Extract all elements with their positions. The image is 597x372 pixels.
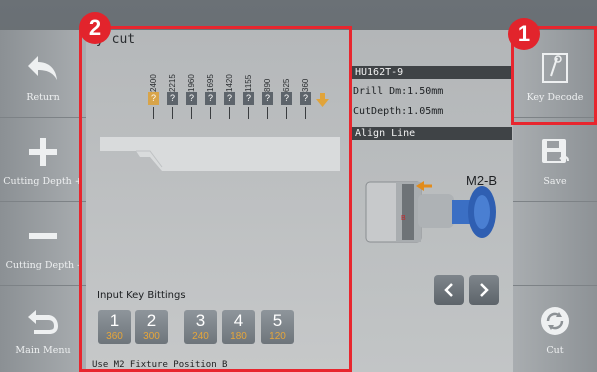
cutting-depth-plus-label: Cutting Depth + [3,176,83,187]
annotation-badge-2: 2 [79,12,111,44]
chevron-right-icon [480,283,489,297]
save-icon [535,132,575,172]
return-button[interactable]: Return [0,34,86,118]
align-line-header: Align Line [352,127,512,140]
cutting-depth-plus-button[interactable]: Cutting Depth + [0,118,86,202]
return-arrow-icon [23,48,63,88]
cut-depth: CutDepth:1.05mm [353,106,444,117]
main-menu-label: Main Menu [15,344,71,356]
drill-diameter: Drill Dm:1.50mm [353,86,444,97]
main-menu-button[interactable]: Main Menu [0,286,86,370]
back-arrow-icon [23,301,63,341]
key-machine-screen: Return Cutting Depth + Cutting Depth - M… [0,0,597,372]
left-sidebar: Return Cutting Depth + Cutting Depth - M… [0,30,86,372]
fixture-label: M2-B [466,173,498,188]
next-button[interactable] [469,275,499,305]
minus-icon [23,216,63,256]
prev-button[interactable] [434,275,464,305]
chevron-left-icon [444,283,453,297]
cutting-depth-minus-label: Cutting Depth - [5,260,81,271]
plus-icon [23,132,63,172]
cutting-depth-minus-button[interactable]: Cutting Depth - [0,202,86,286]
right-sidebar-empty-slot [513,202,597,286]
highlight-box-2 [79,26,352,372]
annotation-badge-1: 1 [508,18,540,50]
key-model-header: HU162T-9 [352,66,512,79]
cut-button[interactable]: Cut [513,286,597,370]
save-button[interactable]: Save [513,118,597,202]
cut-refresh-icon [535,301,575,341]
fixture-side-label: B [401,215,406,222]
cut-label: Cut [546,344,564,356]
save-label: Save [543,176,567,187]
return-label: Return [26,92,60,103]
